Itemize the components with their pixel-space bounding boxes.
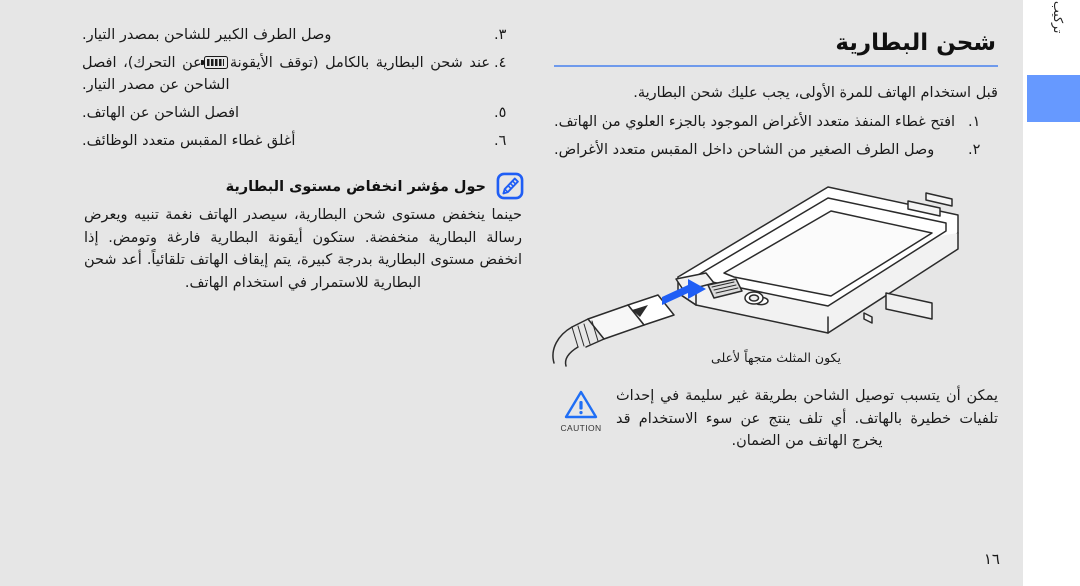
column-left: ٣. وصل الطرف الكبير للشاحن بمصدر التيار.…: [70, 0, 540, 586]
step-text-before: عند شحن البطارية بالكامل (توقف الأيقونة: [229, 55, 490, 72]
step-number: ٦.: [494, 133, 507, 150]
step-number: ٤.: [494, 55, 507, 72]
note-pencil-icon: [496, 172, 524, 200]
page-title: شحن البطارية: [835, 30, 996, 56]
battery-icon: [200, 56, 228, 70]
step-item: ٥. افصل الشاحن عن الهاتف.: [82, 102, 524, 124]
note-title: حول مؤشر انخفاض مستوى البطارية: [225, 179, 486, 196]
step-number: ٢.: [968, 142, 981, 159]
step-item: ٢. وصل الطرف الصغير من الشاحن داخل المقب…: [554, 139, 998, 161]
sidebar-divider: [1023, 0, 1025, 586]
caution-icon-wrap: CAUTION: [554, 385, 608, 433]
steps-list-part-2: ٣. وصل الطرف الكبير للشاحن بمصدر التيار.…: [82, 24, 524, 152]
step-text: أغلق غطاء المقبس متعدد الوظائف.: [82, 133, 296, 150]
column-right: شحن البطارية قبل استخدام الهاتف للمرة ال…: [546, 0, 1018, 586]
note-body: حينما ينخفض مستوى شحن البطارية، سيصدر ال…: [84, 207, 522, 291]
step-text: وصل الطرف الصغير من الشاحن داخل المقبس م…: [554, 142, 935, 159]
step-number: ٥.: [494, 105, 507, 122]
caution-box: يمكن أن يتسبب توصيل الشاحن بطريقة غير سل…: [554, 385, 998, 452]
step-item: ٤. عند شحن البطارية بالكامل (توقف الأيقو…: [82, 52, 524, 96]
page-number: ١٦: [983, 550, 1000, 568]
chapter-tab-label: تركيب وتجهيز هاتفك الجوال: [1051, 0, 1066, 130]
phone-charging-svg: [552, 186, 959, 368]
manual-page: تركيب وتجهيز هاتفك الجوال شحن البطارية ق…: [0, 0, 1080, 586]
figure-caption: يكون المثلث متجهاً لأعلى: [711, 350, 841, 366]
section-intro: قبل استخدام الهاتف للمرة الأولى، يجب علي…: [633, 84, 998, 101]
step-number: ٣.: [494, 27, 507, 43]
title-rule: [554, 65, 998, 68]
note-box: حول مؤشر انخفاض مستوى البطارية حينما ينخ…: [82, 172, 524, 294]
caution-text: يمكن أن يتسبب توصيل الشاحن بطريقة غير سل…: [616, 388, 998, 450]
step-item: ٣. وصل الطرف الكبير للشاحن بمصدر التيار.: [82, 24, 524, 46]
step-text: افصل الشاحن عن الهاتف.: [82, 105, 240, 122]
phone-charging-illustration: يكون المثلث متجهاً لأعلى: [552, 167, 998, 377]
caution-triangle-icon: [564, 391, 598, 419]
step-item: ١. افتح غطاء المنفذ متعدد الأغراض الموجو…: [554, 111, 998, 133]
step-text: افتح غطاء المنفذ متعدد الأغراض الموجود ب…: [554, 114, 956, 131]
note-header: حول مؤشر انخفاض مستوى البطارية: [82, 172, 524, 200]
step-text: وصل الطرف الكبير للشاحن بمصدر التيار.: [82, 27, 332, 43]
steps-list-part-1: ١. افتح غطاء المنفذ متعدد الأغراض الموجو…: [554, 111, 998, 161]
step-item: ٦. أغلق غطاء المقبس متعدد الوظائف.: [82, 130, 524, 152]
caution-label: CAUTION: [560, 423, 602, 434]
step-number: ١.: [968, 114, 981, 131]
